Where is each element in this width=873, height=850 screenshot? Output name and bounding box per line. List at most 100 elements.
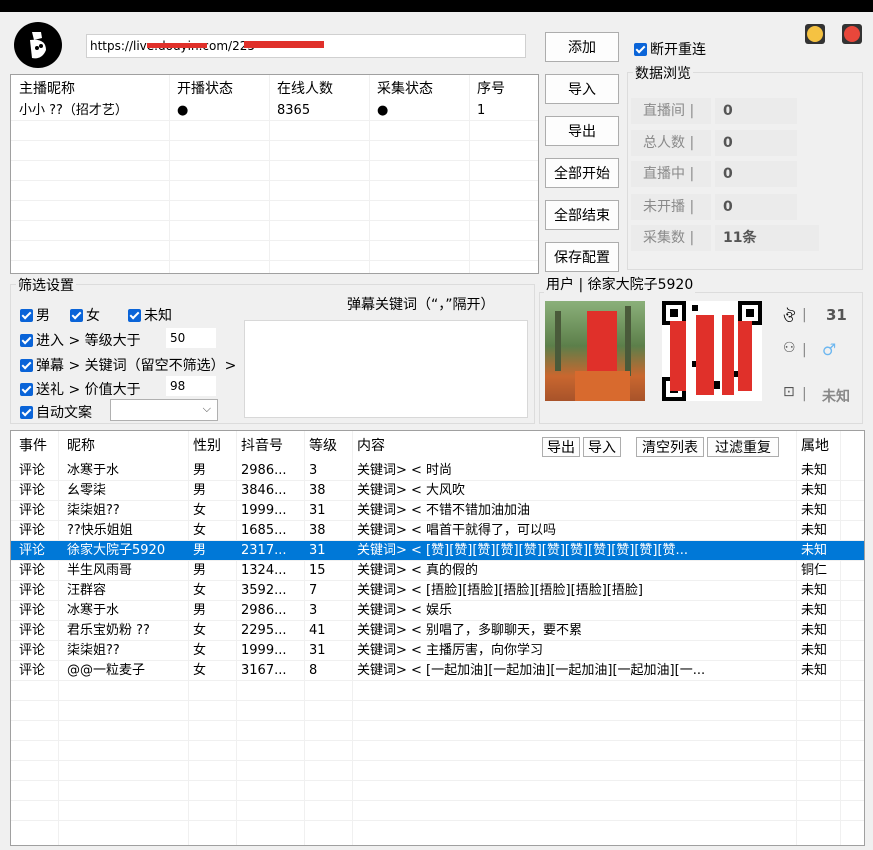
person-icon: ⚇ (783, 340, 796, 356)
danmu-checkbox[interactable]: 弹幕 > 关键词（留空不筛选）> (20, 355, 236, 375)
auto-text-select[interactable]: ⌵ (110, 399, 218, 421)
unknown-checkbox[interactable]: 未知 (128, 305, 172, 325)
table-row[interactable]: 评论 君乐宝奶粉 ?? 女 2295... 41 关键词> < 别唱了，多聊聊天，要不累 未… (11, 621, 864, 641)
redaction-bar (147, 43, 207, 48)
gender: 女 (193, 643, 207, 658)
check-icon (20, 333, 33, 347)
nickname: @@一粒麦子 (67, 663, 146, 678)
main-window: https://live.douyin.com/225 添加 断开重连 主播昵称… (0, 12, 873, 850)
comment-content: 关键词> < 不错不错加油加油 (357, 503, 531, 518)
unknown-label: 未知 (144, 308, 172, 324)
gift-checkbox[interactable]: 送礼 > 价值大于 (20, 379, 141, 399)
event-type: 评论 (19, 503, 46, 518)
stat-value: 0 (715, 130, 797, 156)
table-row[interactable]: 评论 徐家大院子5920 男 2317... 31 关键词> < [赞][赞][赞][赞]… (11, 541, 864, 561)
table-row[interactable]: 评论 半生风雨哥 男 1324... 15 关键词> < 真的假的 铜仁 (11, 561, 864, 581)
events-import-button[interactable]: 导入 (583, 437, 621, 457)
row-index: 1 (477, 103, 486, 118)
stat-value: 0 (715, 161, 797, 187)
comment-content: 关键词> < [赞][赞][赞][赞][赞][赞][赞][赞][赞][赞][赞.… (357, 543, 688, 558)
table-row[interactable] (11, 781, 864, 801)
nickname: 冰寒于水 (67, 463, 120, 478)
red-dot-icon (844, 26, 860, 42)
export-button[interactable]: 导出 (545, 116, 619, 146)
stat-label: 采集数 | (631, 225, 711, 251)
auto-text-checkbox[interactable]: 自动文案 (20, 402, 92, 422)
table-row[interactable]: 小小 ??（招才艺） ● 8365 ● 1 (11, 101, 538, 121)
gift-value-input[interactable]: 98 (166, 376, 216, 396)
user-level: 31 (309, 503, 326, 518)
col-header: 在线人数 (277, 81, 333, 97)
chevron-down-icon: ⌵ (202, 402, 211, 415)
minimize-button[interactable] (805, 24, 825, 44)
table-row[interactable]: 评论 ??快乐姐姐 女 1685... 38 关键词> < 唱首干就得了，可以吗 未知 (11, 521, 864, 541)
col-header: 属地 (801, 438, 829, 454)
event-type: 评论 (19, 483, 46, 498)
table-row[interactable]: 评论 冰寒于水 男 2986... 3 关键词> < 时尚 未知 (11, 461, 864, 481)
table-row[interactable]: 评论 @@一粒麦子 女 3167... 8 关键词> < [一起加油][一起加油][一起加… (11, 661, 864, 681)
enter-level-input[interactable]: 50 (166, 328, 216, 348)
close-button[interactable] (842, 24, 862, 44)
user-level: 31 (309, 543, 326, 558)
user-level: 31 (826, 306, 847, 324)
table-row[interactable]: 评论 柒柒姐?? 女 1999... 31 关键词> < 不错不错加油加油 未知 (11, 501, 864, 521)
save-config-button[interactable]: 保存配置 (545, 242, 619, 272)
table-row[interactable]: 评论 柒柒姐?? 女 1999... 31 关键词> < 主播厉害，向你学习 未知 (11, 641, 864, 661)
nickname: 柒柒姐?? (67, 643, 120, 658)
table-row[interactable] (11, 741, 864, 761)
keyword-title: 弹幕关键词（“，”隔开） (347, 297, 495, 313)
enter-checkbox[interactable]: 进入 > 等级大于 (20, 330, 141, 350)
comment-content: 关键词> < 唱首干就得了，可以吗 (357, 523, 557, 538)
user-level: 38 (309, 523, 326, 538)
gender: 女 (193, 523, 207, 538)
start-all-button[interactable]: 全部开始 (545, 158, 619, 188)
clear-list-button[interactable]: 清空列表 (636, 437, 704, 457)
region: 未知 (801, 483, 828, 498)
filter-duplicates-button[interactable]: 过滤重复 (707, 437, 779, 457)
table-row[interactable] (11, 721, 864, 741)
female-checkbox[interactable]: 女 (70, 305, 100, 325)
col-header: 内容 (357, 438, 385, 454)
comment-content: 关键词> < 时尚 (357, 463, 453, 478)
events-table: 事件 昵称 性别 抖音号 等级 内容 属地 导出 导入 清空列表 过滤重复 评论… (10, 430, 865, 846)
comment-content: 关键词> < [捂脸][捂脸][捂脸][捂脸][捂脸][捂脸] (357, 583, 643, 598)
check-icon (128, 308, 141, 322)
user-avatar (545, 301, 645, 401)
gender: 女 (193, 583, 207, 598)
stat-label: 直播中 | (631, 161, 711, 187)
douyin-id: 1999... (241, 503, 287, 518)
male-checkbox[interactable]: 男 (20, 305, 50, 325)
douyin-id: 2317... (241, 543, 287, 558)
event-type: 评论 (19, 543, 46, 558)
add-button[interactable]: 添加 (545, 32, 619, 62)
table-row[interactable] (11, 681, 864, 701)
nickname: 汪群容 (67, 583, 107, 598)
import-button[interactable]: 导入 (545, 74, 619, 104)
gender-icon: ♂ (822, 340, 837, 359)
streamer-name: 小小 ??（招才艺） (19, 103, 128, 118)
keyword-textarea[interactable] (244, 320, 528, 418)
table-row[interactable]: 评论 幺零柒 男 3846... 38 关键词> < 大风吹 未知 (11, 481, 864, 501)
events-export-button[interactable]: 导出 (542, 437, 580, 457)
yellow-dot-icon (807, 26, 823, 42)
event-type: 评论 (19, 463, 46, 478)
table-row[interactable] (11, 761, 864, 781)
check-icon (70, 308, 83, 322)
auto-text-label: 自动文案 (36, 405, 92, 421)
table-row[interactable]: 评论 冰寒于水 男 2986... 3 关键词> < 娱乐 未知 (11, 601, 864, 621)
col-header: 主播昵称 (19, 81, 75, 97)
table-row[interactable]: 评论 汪群容 女 3592... 7 关键词> < [捂脸][捂脸][捂脸][捂脸][捂脸… (11, 581, 864, 601)
col-header: 性别 (193, 438, 221, 454)
region: 未知 (801, 543, 828, 558)
table-row[interactable] (11, 701, 864, 721)
reconnect-label: 断开重连 (650, 42, 706, 58)
check-icon (634, 42, 647, 56)
reconnect-checkbox[interactable]: 断开重连 (634, 39, 706, 59)
table-row[interactable] (11, 801, 864, 821)
user-level: 7 (309, 583, 318, 598)
collect-status-dot: ● (377, 103, 389, 118)
stop-all-button[interactable]: 全部结束 (545, 200, 619, 230)
stats-title: 数据浏览 (633, 63, 693, 83)
event-type: 评论 (19, 623, 46, 638)
region: 未知 (801, 523, 828, 538)
